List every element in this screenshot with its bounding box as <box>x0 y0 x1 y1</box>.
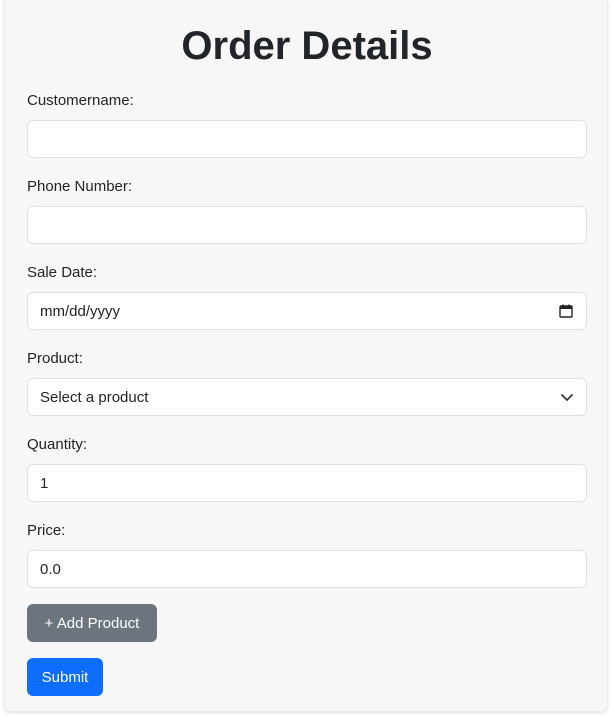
customername-input[interactable] <box>27 120 587 158</box>
add-product-button[interactable]: + Add Product <box>27 604 157 642</box>
calendar-icon[interactable] <box>558 303 574 319</box>
product-selected-value: Select a product <box>40 388 149 406</box>
submit-button[interactable]: Submit <box>27 658 103 696</box>
product-select[interactable]: Select a product <box>27 378 587 416</box>
sale-date-input[interactable]: mm/dd/yyyy <box>27 292 587 330</box>
quantity-label: Quantity: <box>27 436 88 453</box>
quantity-value: 1 <box>40 474 49 492</box>
page-title: Order Details <box>181 24 433 68</box>
customername-label: Customername: <box>27 92 134 109</box>
price-value: 0.0 <box>40 560 61 578</box>
sale-date-placeholder: mm/dd/yyyy <box>40 302 121 320</box>
quantity-input[interactable]: 1 <box>27 464 587 502</box>
phone-number-label: Phone Number: <box>27 178 133 195</box>
sale-date-label: Sale Date: <box>27 264 98 281</box>
phone-number-input[interactable] <box>27 206 587 244</box>
price-label: Price: <box>27 522 66 539</box>
chevron-down-icon <box>560 390 574 404</box>
order-form-card: Order Details Customername: Phone Number… <box>4 0 608 712</box>
product-label: Product: <box>27 350 83 367</box>
price-input[interactable]: 0.0 <box>27 550 587 588</box>
